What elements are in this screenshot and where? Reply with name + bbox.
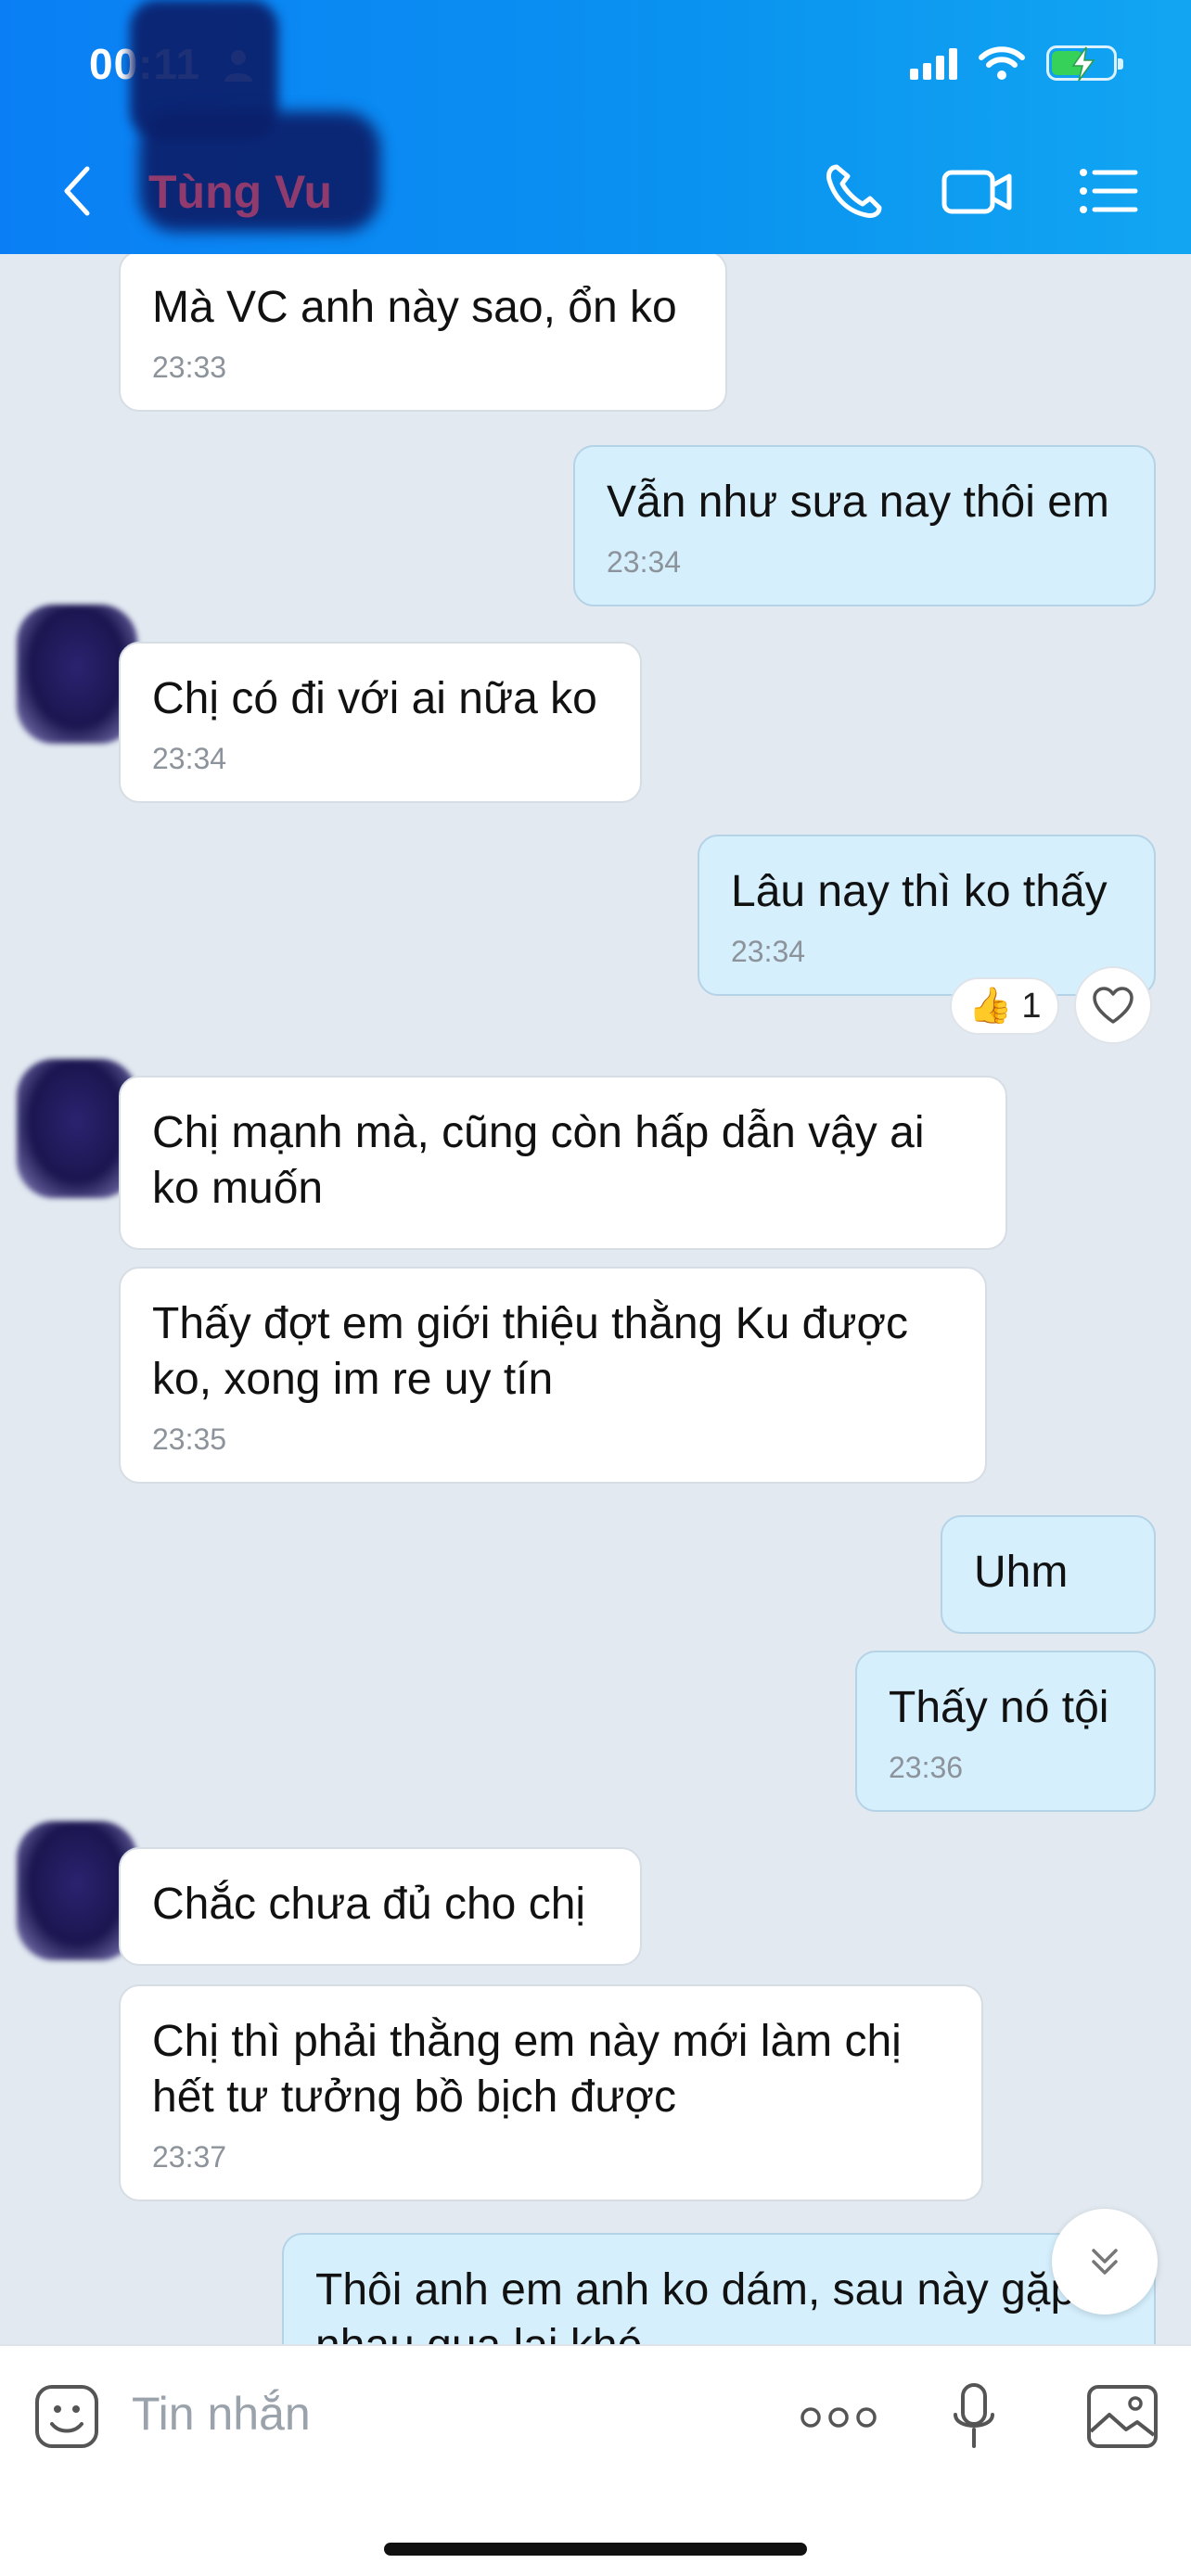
heart-icon [1093,987,1133,1024]
sticker-face-icon[interactable] [32,2381,102,2452]
message-text: Thấy nó tội [889,1683,1109,1732]
message-bubble-incoming[interactable]: Chị có đi với ai nữa ko 23:34 [119,642,642,803]
back-button[interactable] [56,163,102,219]
composer-bar: Tin nhắn [0,2344,1191,2576]
message-time: 23:37 [152,2140,227,2174]
message-text: Thôi anh em anh ko dám, sau này gặp nhau… [315,2265,1076,2344]
message-bubble-outgoing[interactable]: Lâu nay thì ko thấy 23:34 [698,835,1156,996]
scroll-to-bottom-button[interactable] [1052,2209,1158,2315]
battery-icon [1046,45,1123,82]
message-text: Uhm [974,1548,1069,1597]
message-time: 23:34 [731,935,806,968]
message-bubble-outgoing[interactable]: Thấy nó tội 23:36 [855,1651,1156,1812]
cellular-signal-icon [910,46,957,80]
message-bubble-outgoing[interactable]: Thôi anh em anh ko dám, sau này gặp nhau… [282,2233,1156,2344]
message-bubble-incoming[interactable]: Chị thì phải thằng em này mới làm chị hế… [119,1984,983,2201]
thumbs-up-emoji: 👍 [968,987,1013,1026]
reaction-count: 1 [1021,986,1042,1026]
message-time: 23:34 [152,742,227,775]
message-bubble-incoming[interactable]: Chắc chưa đủ cho chị [119,1847,642,1966]
message-text: Chị có đi với ai nữa ko [152,674,597,723]
message-time: 23:33 [152,351,227,384]
message-text: Lâu nay thì ko thấy [731,867,1108,916]
message-text: Chắc chưa đủ cho chị [152,1880,586,1929]
microphone-icon[interactable] [950,2381,998,2452]
message-bubble-incoming[interactable]: Mà VC anh này sao, ổn ko 23:33 [119,254,727,412]
more-dots-icon[interactable] [800,2404,877,2431]
reaction-summary[interactable]: 👍 1 [950,977,1060,1035]
image-icon[interactable] [1085,2381,1159,2452]
message-bubble-outgoing[interactable]: Vẫn như sưa nay thôi em 23:34 [573,445,1156,606]
message-text: Chị mạnh mà, cũng còn hấp dẫn vậy ai ko … [152,1108,925,1213]
charging-bolt-icon [1071,46,1095,82]
chat-header: 00:11 Tùng Vu [0,0,1191,254]
message-text: Chị thì phải thằng em này mới làm chị hế… [152,2017,902,2122]
double-chevron-down-icon [1092,2249,1118,2275]
wifi-icon [979,46,1025,80]
video-camera-icon[interactable] [941,158,1015,224]
message-text: Vẫn như sưa nay thôi em [607,478,1109,527]
contact-name[interactable]: Tùng Vu [148,165,332,219]
message-time: 23:36 [889,1751,964,1784]
home-indicator [384,2543,807,2556]
message-bubble-incoming[interactable]: Thấy đợt em giới thiệu thằng Ku được ko,… [119,1267,987,1484]
status-indicators [910,45,1123,82]
list-menu-icon[interactable] [1074,158,1148,224]
react-heart-button[interactable] [1074,966,1152,1044]
message-list[interactable]: Mà VC anh này sao, ổn ko 23:33 Vẫn như s… [0,254,1191,2344]
phone-icon[interactable] [816,158,890,224]
message-text: Mà VC anh này sao, ổn ko [152,283,677,332]
message-text: Thấy đợt em giới thiệu thằng Ku được ko,… [152,1299,908,1404]
message-bubble-outgoing[interactable]: Uhm [941,1515,1156,1634]
message-time: 23:34 [607,545,682,579]
message-time: 23:35 [152,1422,227,1456]
message-bubble-incoming[interactable]: Chị mạnh mà, cũng còn hấp dẫn vậy ai ko … [119,1076,1007,1250]
message-input[interactable]: Tin nhắn [132,2387,311,2441]
